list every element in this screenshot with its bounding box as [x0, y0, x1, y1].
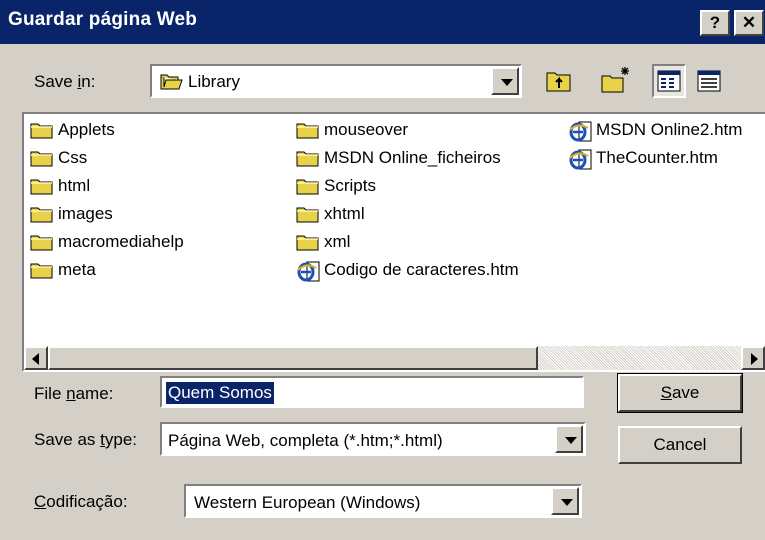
folder-icon [30, 205, 54, 230]
ie-html-file-icon [568, 121, 592, 150]
file-item-label: Css [58, 148, 88, 167]
ie-html-file-icon [296, 261, 320, 290]
close-icon: ✕ [741, 13, 757, 32]
file-item-label: xhtml [324, 204, 365, 223]
chevron-down-icon[interactable] [491, 67, 519, 95]
folder-icon [296, 177, 320, 202]
ie-html-file-icon [568, 149, 592, 178]
list-view-button[interactable] [652, 64, 686, 98]
window-title: Guardar página Web [8, 9, 198, 30]
save-as-type-label: Save as type: [34, 430, 138, 449]
encoding-dropdown[interactable]: Western European (Windows) [184, 484, 582, 518]
file-list[interactable]: Applets Css html images macromediahelp meta m… [22, 112, 765, 372]
close-button[interactable]: ✕ [734, 10, 764, 36]
scroll-right-button[interactable] [741, 346, 765, 370]
up-one-level-button[interactable] [542, 64, 576, 98]
file-item-label: meta [58, 260, 96, 279]
folder-icon [30, 233, 54, 258]
file-item-label: Applets [58, 120, 115, 139]
file-item-label: Scripts [324, 176, 376, 195]
file-item-label: html [58, 176, 91, 195]
chevron-down-icon[interactable] [551, 487, 579, 515]
scroll-left-button[interactable] [24, 346, 48, 370]
chevron-down-icon[interactable] [555, 425, 583, 453]
details-view-button[interactable] [692, 64, 726, 98]
file-name-field[interactable]: Quem Somos [160, 376, 584, 408]
help-button[interactable]: ? [700, 10, 730, 36]
open-folder-icon [160, 73, 184, 96]
details-view-icon [697, 70, 721, 92]
save-as-type-dropdown[interactable]: Página Web, completa (*.htm;*.html) [160, 422, 586, 456]
file-name-label: File name: [34, 384, 114, 403]
file-item-label: MSDN Online_ficheiros [324, 148, 501, 167]
save-button[interactable]: Save [617, 373, 743, 413]
save-in-dropdown[interactable]: Library [150, 64, 522, 98]
save-in-value: Library [188, 72, 240, 91]
folder-icon [296, 233, 320, 258]
file-item-label: Codigo de caracteres.htm [324, 260, 519, 279]
file-item-label: MSDN Online2.htm [596, 120, 743, 139]
folder-icon [296, 121, 320, 146]
file-name-value: Quem Somos [166, 382, 274, 404]
save-in-label: Save in: [34, 72, 96, 91]
encoding-label: Codificação: [34, 492, 128, 511]
up-one-level-icon [546, 72, 571, 92]
scrollbar-thumb[interactable] [48, 346, 538, 370]
title-bar: Guardar página Web ? ✕ [0, 0, 765, 44]
file-item-label: images [58, 204, 113, 223]
new-folder-button[interactable] [598, 64, 632, 98]
folder-icon [30, 121, 54, 146]
folder-icon [296, 205, 320, 230]
folder-icon [296, 149, 320, 174]
list-view-icon [657, 70, 681, 92]
save-as-type-value: Página Web, completa (*.htm;*.html) [168, 431, 443, 450]
folder-icon [30, 261, 54, 286]
file-item-label: xml [324, 232, 351, 251]
new-folder-icon [601, 67, 629, 93]
horizontal-scrollbar[interactable] [24, 346, 765, 370]
encoding-value: Western European (Windows) [194, 493, 421, 512]
folder-icon [30, 149, 54, 174]
file-item-label: macromediahelp [58, 232, 184, 251]
file-item-label: mouseover [324, 120, 409, 139]
cancel-button[interactable]: Cancel [618, 426, 742, 464]
folder-icon [30, 177, 54, 202]
file-item-label: TheCounter.htm [596, 148, 718, 167]
